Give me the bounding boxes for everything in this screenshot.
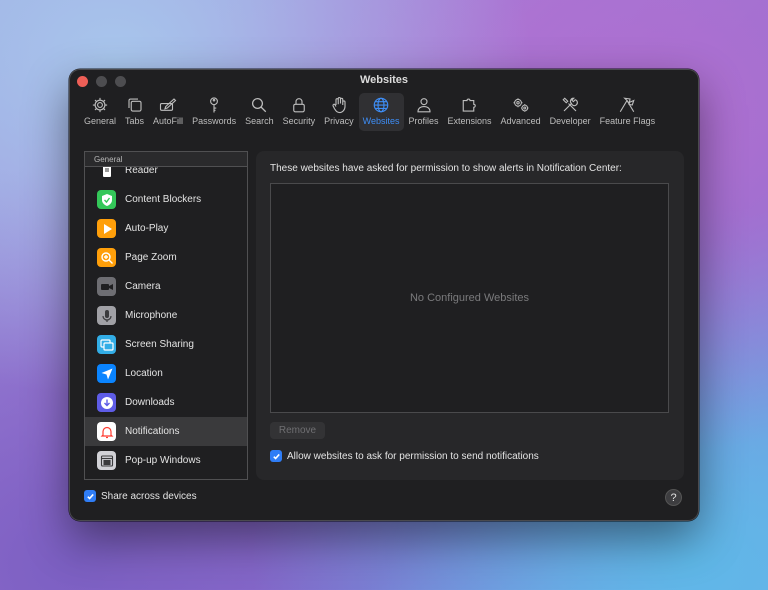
checkmark-icon xyxy=(272,453,280,460)
tab-advanced-label: Advanced xyxy=(500,116,541,126)
hand-icon xyxy=(332,96,346,114)
tools-icon xyxy=(562,97,579,112)
notifications-panel: These websites have asked for permission… xyxy=(256,151,684,480)
sidebar-item-label: Pop-up Windows xyxy=(125,455,201,466)
globe-icon xyxy=(373,97,389,113)
tab-general[interactable]: General xyxy=(80,93,120,131)
sidebar-item-label: Reader xyxy=(125,167,158,176)
sidebar-item-notifications[interactable]: Notifications xyxy=(85,417,247,446)
sidebar-item-screen-sharing[interactable]: Screen Sharing xyxy=(85,330,247,359)
preferences-window: Websites General Tabs AutoFill Passwords… xyxy=(69,69,699,521)
gear-icon xyxy=(92,97,108,113)
allow-notifications-label: Allow websites to ask for permission to … xyxy=(287,450,539,462)
microphone-icon xyxy=(97,306,116,325)
screen-sharing-icon xyxy=(97,335,116,354)
sidebar-item-location[interactable]: Location xyxy=(85,359,247,388)
preferences-toolbar: General Tabs AutoFill Passwords Search S… xyxy=(80,93,688,131)
tab-general-label: General xyxy=(84,116,117,126)
tab-search-label: Search xyxy=(245,116,274,126)
remove-button[interactable]: Remove xyxy=(270,422,325,439)
tab-feature-flags[interactable]: Feature Flags xyxy=(596,93,660,131)
play-icon xyxy=(97,219,116,238)
tab-autofill[interactable]: AutoFill xyxy=(149,93,187,131)
sidebar-item-label: Camera xyxy=(125,281,161,292)
sidebar-item-microphone[interactable]: Microphone xyxy=(85,301,247,330)
checkmark-icon xyxy=(86,493,94,500)
sidebar-item-label: Downloads xyxy=(125,397,175,408)
tab-search[interactable]: Search xyxy=(241,93,278,131)
share-across-devices-row[interactable]: Share across devices xyxy=(84,490,197,502)
tab-tabs[interactable]: Tabs xyxy=(121,93,148,131)
website-settings-sidebar: General Reader Content Blockers Auto-Pla… xyxy=(84,151,248,480)
person-icon xyxy=(416,98,431,113)
gears-icon xyxy=(513,98,529,112)
tab-extensions-label: Extensions xyxy=(447,116,492,126)
tab-websites-label: Websites xyxy=(362,116,400,126)
sidebar-item-content-blockers[interactable]: Content Blockers xyxy=(85,185,247,214)
sidebar-section-header: General xyxy=(85,152,247,167)
flags-icon xyxy=(620,97,636,113)
share-across-devices-checkbox[interactable] xyxy=(84,490,96,502)
tab-feature-flags-label: Feature Flags xyxy=(599,116,656,126)
tab-passwords-label: Passwords xyxy=(192,116,237,126)
tab-security-label: Security xyxy=(282,116,316,126)
bell-icon xyxy=(97,422,116,441)
sidebar-item-popup-windows[interactable]: Pop-up Windows xyxy=(85,446,247,475)
window-title: Websites xyxy=(359,74,409,86)
sidebar-item-label: Content Blockers xyxy=(125,194,202,205)
tab-websites[interactable]: Websites xyxy=(358,93,404,131)
search-icon xyxy=(252,97,267,113)
sidebar-item-label: Page Zoom xyxy=(125,252,177,263)
tab-developer[interactable]: Developer xyxy=(546,93,595,131)
sidebar-item-downloads[interactable]: Downloads xyxy=(85,388,247,417)
websites-list[interactable]: No Configured Websites xyxy=(270,183,669,413)
empty-state-text: No Configured Websites xyxy=(409,292,530,304)
sidebar-item-page-zoom[interactable]: Page Zoom xyxy=(85,243,247,272)
share-across-devices-label: Share across devices xyxy=(101,490,197,502)
title-bar: Websites xyxy=(70,70,698,90)
help-button[interactable]: ? xyxy=(665,489,682,506)
sidebar-item-camera[interactable]: Camera xyxy=(85,272,247,301)
panel-description: These websites have asked for permission… xyxy=(270,163,622,174)
allow-notifications-checkbox[interactable] xyxy=(270,450,282,462)
tab-passwords[interactable]: Passwords xyxy=(188,93,240,131)
tab-profiles-label: Profiles xyxy=(408,116,439,126)
reader-icon xyxy=(97,167,116,180)
shield-check-icon xyxy=(97,190,116,209)
tab-profiles[interactable]: Profiles xyxy=(405,93,443,131)
tab-tabs-label: Tabs xyxy=(125,116,145,126)
tab-extensions[interactable]: Extensions xyxy=(444,93,496,131)
tabs-icon xyxy=(127,98,142,112)
popup-icon xyxy=(97,451,116,470)
allow-notifications-row[interactable]: Allow websites to ask for permission to … xyxy=(270,450,539,462)
download-icon xyxy=(97,393,116,412)
puzzle-icon xyxy=(462,98,476,112)
camera-icon xyxy=(97,277,116,296)
sidebar-list[interactable]: Reader Content Blockers Auto-Play Page Z… xyxy=(85,167,247,479)
sidebar-item-label: Auto-Play xyxy=(125,223,169,234)
sidebar-item-label: Screen Sharing xyxy=(125,339,194,350)
sidebar-item-auto-play[interactable]: Auto-Play xyxy=(85,214,247,243)
location-icon xyxy=(97,364,116,383)
key-icon xyxy=(210,97,218,113)
zoom-icon xyxy=(97,248,116,267)
autofill-icon xyxy=(159,98,177,111)
tab-autofill-label: AutoFill xyxy=(153,116,184,126)
tab-advanced[interactable]: Advanced xyxy=(497,93,545,131)
tab-developer-label: Developer xyxy=(549,116,591,126)
tab-security[interactable]: Security xyxy=(279,93,320,131)
tab-privacy-label: Privacy xyxy=(324,116,354,126)
lock-icon xyxy=(293,98,305,113)
sidebar-item-reader[interactable]: Reader xyxy=(85,167,247,185)
sidebar-item-label: Location xyxy=(125,368,163,379)
sidebar-item-label: Notifications xyxy=(125,426,180,437)
tab-privacy[interactable]: Privacy xyxy=(320,93,358,131)
sidebar-item-label: Microphone xyxy=(125,310,178,321)
